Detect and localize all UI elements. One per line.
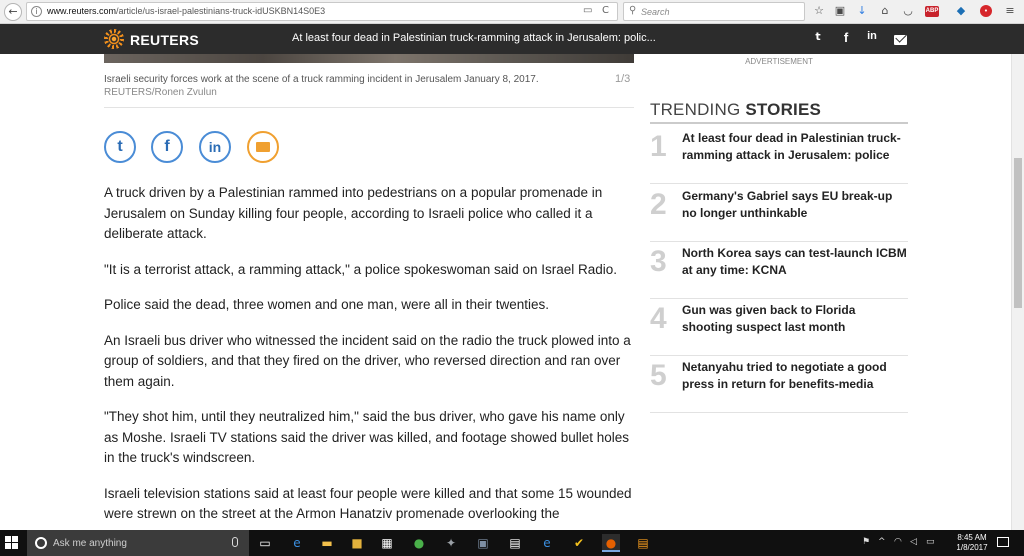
nav-facebook-icon[interactable]: f <box>838 30 854 45</box>
photos-icon[interactable]: ▣ <box>474 534 492 552</box>
trending-story[interactable]: 4 Gun was given back to Florida shooting… <box>650 298 908 356</box>
facebook-icon: f <box>164 138 170 155</box>
trending-story[interactable]: 3 North Korea says can test-launch ICBM … <box>650 241 908 299</box>
file-explorer-icon[interactable]: ▬ <box>318 534 336 552</box>
story-rank: 3 <box>650 245 667 278</box>
microphone-icon[interactable] <box>232 537 238 547</box>
photo-counter: 1/3 <box>615 73 631 85</box>
address-bar[interactable]: i www.reuters.com/article/us-israel-pale… <box>26 2 618 21</box>
linkedin-icon: in <box>208 139 222 155</box>
home-icon[interactable]: ⌂ <box>877 3 893 19</box>
share-facebook-button[interactable]: f <box>151 131 183 163</box>
share-twitter-button[interactable]: t <box>104 131 136 163</box>
story-link[interactable]: Germany's Gabriel says EU break-up no lo… <box>682 188 907 222</box>
store-icon[interactable]: ▦ <box>378 534 396 552</box>
article-paragraph: An Israeli bus driver who witnessed the … <box>104 332 631 389</box>
volume-icon[interactable]: ◁ <box>910 537 917 547</box>
cortana-icon <box>35 537 47 549</box>
trending-story[interactable]: 5 Netanyahu tried to negotiate a good pr… <box>650 355 908 413</box>
norton-icon[interactable]: ✔ <box>570 534 588 552</box>
back-button[interactable]: ← <box>4 3 22 21</box>
divider <box>104 107 634 108</box>
reader-view-icon[interactable]: ▭ <box>583 5 592 16</box>
menu-icon[interactable]: ≡ <box>1002 3 1018 19</box>
cortana-placeholder: Ask me anything <box>53 538 127 549</box>
clock-time: 8:45 AM <box>957 533 987 542</box>
clock-date: 1/8/2017 <box>956 543 988 552</box>
headline-ticker[interactable]: At least four dead in Palestinian truck-… <box>292 32 672 44</box>
adblock-icon[interactable]: ABP <box>925 6 939 17</box>
app-icon[interactable]: ▤ <box>634 534 652 552</box>
story-rank: 4 <box>650 302 667 335</box>
search-placeholder: Search <box>641 7 670 17</box>
windows-taskbar: Ask me anything ▭ e ▬ ■ ▦ ● ✦ ▣ ▤ e ✔ ● … <box>0 530 1024 556</box>
story-rank: 1 <box>650 130 667 163</box>
photo-credit: REUTERS/Ronen Zvulun <box>104 87 217 98</box>
site-info-icon[interactable]: i <box>31 6 42 17</box>
trending-divider <box>650 122 908 124</box>
article-paragraph: "They shot him, until they neutralized h… <box>104 409 630 465</box>
story-link[interactable]: North Korea says can test-launch ICBM at… <box>682 245 907 279</box>
reuters-logo-icon <box>104 29 124 49</box>
xbox-icon[interactable]: ● <box>410 534 428 552</box>
windows-start-icon[interactable] <box>5 536 19 550</box>
story-link[interactable]: Netanyahu tried to negotiate a good pres… <box>682 359 907 393</box>
share-linkedin-button[interactable]: in <box>199 131 231 163</box>
action-center-icon[interactable] <box>997 537 1009 547</box>
share-email-button[interactable] <box>247 131 279 163</box>
network-tray-icon[interactable]: ⚑ <box>862 537 870 547</box>
photo-caption: Israeli security forces work at the scen… <box>104 74 539 85</box>
story-link[interactable]: At least four dead in Palestinian truck-… <box>682 130 907 164</box>
article-paragraph: Police said the dead, three women and on… <box>104 297 550 312</box>
url-text: www.reuters.com/article/us-israel-palest… <box>47 6 326 16</box>
email-icon <box>256 142 270 152</box>
reload-icon[interactable]: C <box>602 5 609 16</box>
nav-email-icon[interactable] <box>894 35 907 45</box>
cortana-search-box[interactable]: Ask me anything <box>27 530 249 556</box>
advertisement-label: ADVERTISEMENT <box>745 57 813 66</box>
story-rank: 2 <box>650 188 667 221</box>
language-icon[interactable]: ▭ <box>926 537 935 547</box>
pocket-icon[interactable]: ◡ <box>900 3 916 19</box>
taskbar-clock[interactable]: 8:45 AM 1/8/2017 <box>955 533 989 553</box>
trending-heading: TRENDING STORIES <box>650 100 822 119</box>
nav-twitter-icon[interactable]: t <box>810 30 826 43</box>
reuters-navbar: REUTERS At least four dead in Palestinia… <box>0 24 1024 54</box>
search-icon: ⚲ <box>629 5 637 16</box>
calculator-icon[interactable]: ▤ <box>506 534 524 552</box>
folder-icon[interactable]: ■ <box>348 534 366 552</box>
task-view-icon[interactable]: ▭ <box>256 534 274 552</box>
story-link[interactable]: Gun was given back to Florida shooting s… <box>682 302 907 336</box>
nav-linkedin-icon[interactable]: in <box>864 30 880 42</box>
article-paragraph: "It is a terrorist attack, a ramming att… <box>104 261 618 277</box>
browser-toolbar: ← i www.reuters.com/article/us-israel-pa… <box>0 0 1024 24</box>
wifi-icon[interactable]: ◠ <box>894 537 902 547</box>
twitter-icon: t <box>117 138 123 155</box>
page-scrollbar[interactable] <box>1011 54 1024 530</box>
article-paragraph: A truck driven by a Palestinian rammed i… <box>104 185 603 241</box>
settings-app-icon[interactable]: ✦ <box>442 534 460 552</box>
scrollbar-thumb[interactable] <box>1014 158 1022 308</box>
clipboard-icon[interactable]: ▣ <box>832 3 848 19</box>
show-hidden-icons-icon[interactable]: ^ <box>878 537 886 547</box>
firefox-icon[interactable]: ● <box>602 534 620 552</box>
article-paragraph: Israeli television stations said at leas… <box>104 485 632 522</box>
extension-icon[interactable]: • <box>980 5 992 17</box>
search-input[interactable]: ⚲ Search <box>623 2 805 21</box>
article-body: A truck driven by a Palestinian rammed i… <box>104 183 634 540</box>
downloads-icon[interactable]: ↓ <box>854 3 870 19</box>
edge-icon[interactable]: e <box>288 534 306 552</box>
article-photo[interactable] <box>104 54 634 63</box>
trending-story[interactable]: 2 Germany's Gabriel says EU break-up no … <box>650 184 908 242</box>
story-rank: 5 <box>650 359 667 392</box>
bookmark-star-icon[interactable]: ☆ <box>811 3 827 19</box>
internet-explorer-icon[interactable]: e <box>538 534 556 552</box>
trending-story[interactable]: 1 At least four dead in Palestinian truc… <box>650 126 908 184</box>
shield-icon[interactable]: ◆ <box>953 3 969 19</box>
